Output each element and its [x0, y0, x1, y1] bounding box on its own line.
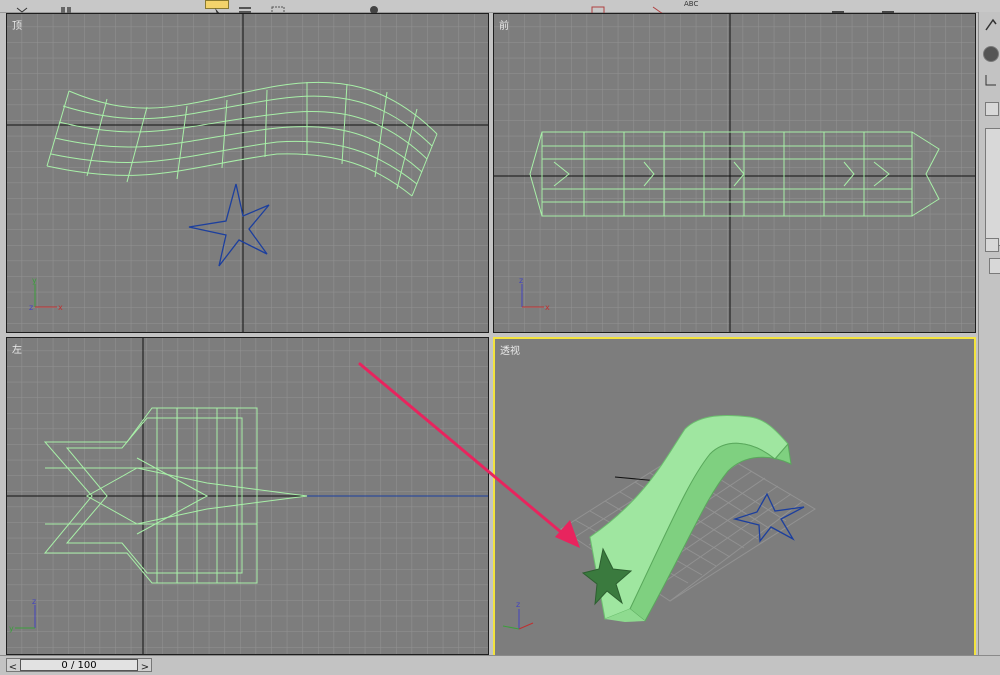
- viewport-label-perspective[interactable]: 透视: [500, 342, 520, 357]
- command-panel: [978, 12, 1000, 673]
- panel-field[interactable]: [985, 128, 1000, 246]
- shapes-icon[interactable]: [983, 72, 999, 88]
- create-tab-icon[interactable]: [983, 16, 999, 34]
- perspective-axis-tripod: z: [502, 600, 534, 630]
- panel-field-2[interactable]: [989, 258, 1000, 274]
- viewport-label-front[interactable]: 前: [499, 17, 509, 32]
- viewport-label-left[interactable]: 左: [12, 341, 22, 356]
- rollout-collapse-button-2[interactable]: [985, 238, 999, 252]
- perspective-star-spline: [732, 492, 805, 543]
- svg-text:z: z: [516, 600, 520, 609]
- undo-icon[interactable]: [14, 0, 30, 13]
- left-view-canvas: z y: [7, 338, 488, 654]
- perspective-view-canvas: z: [502, 414, 816, 630]
- viewport-label-top[interactable]: 顶: [12, 17, 22, 32]
- svg-text:z: z: [32, 597, 36, 606]
- svg-text:y: y: [32, 276, 37, 285]
- quick-render-icon[interactable]: [880, 0, 896, 13]
- main-toolbar: ABC: [0, 0, 1000, 15]
- select-by-name-icon[interactable]: [237, 0, 253, 13]
- select-object-button[interactable]: [205, 0, 229, 14]
- svg-text:z: z: [29, 303, 33, 312]
- geometry-icon[interactable]: [983, 46, 999, 62]
- viewport-left[interactable]: 左 z y: [6, 337, 489, 655]
- viewport-front[interactable]: 前 z x: [493, 13, 976, 333]
- rollout-collapse-button[interactable]: [985, 102, 999, 116]
- perspective-extruded-ribbon: [581, 414, 792, 622]
- time-slider-thumb[interactable]: 0 / 100: [20, 659, 138, 671]
- svg-text:x: x: [58, 303, 63, 312]
- align-icon[interactable]: [650, 0, 666, 15]
- svg-text:y: y: [9, 624, 14, 633]
- render-icon[interactable]: [830, 0, 846, 13]
- front-view-canvas: z x: [494, 14, 975, 332]
- viewport-perspective[interactable]: 透视 z: [493, 337, 976, 657]
- svg-text:z: z: [519, 276, 523, 285]
- svg-text:x: x: [545, 303, 550, 312]
- spelling-abc-button[interactable]: ABC: [684, 0, 708, 9]
- select-link-icon[interactable]: [58, 0, 74, 13]
- time-slider-bar: < > 0 / 100: [0, 655, 1000, 674]
- rotate-icon[interactable]: [366, 0, 382, 14]
- mirror-icon[interactable]: [590, 0, 606, 15]
- region-select-icon[interactable]: [270, 0, 286, 15]
- viewport-top[interactable]: 顶 y x z: [6, 13, 489, 333]
- top-view-canvas: y x z: [7, 14, 488, 332]
